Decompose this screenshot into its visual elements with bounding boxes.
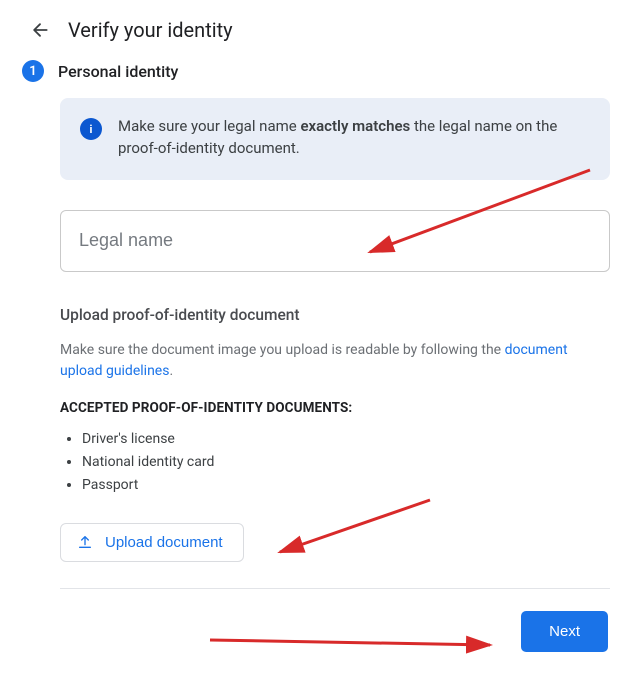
accepted-docs-list: Driver's license National identity card … [82, 428, 610, 497]
info-icon: i [80, 118, 102, 140]
list-item: National identity card [82, 451, 610, 474]
info-callout: i Make sure your legal name exactly matc… [60, 98, 610, 180]
upload-button-label: Upload document [105, 534, 223, 551]
page-title: Verify your identity [68, 18, 233, 42]
upload-heading: Upload proof-of-identity document [60, 306, 610, 324]
next-button[interactable]: Next [521, 611, 608, 652]
accepted-docs-label: ACCEPTED PROOF-OF-IDENTITY DOCUMENTS: [60, 400, 610, 416]
info-text-before: Make sure your legal name [118, 117, 300, 135]
list-item: Driver's license [82, 428, 610, 451]
info-text: Make sure your legal name exactly matche… [118, 116, 588, 160]
step-number-badge: 1 [22, 60, 44, 82]
list-item: Passport [82, 474, 610, 497]
helper-before: Make sure the document image you upload … [60, 342, 505, 358]
upload-icon [77, 534, 93, 550]
back-button[interactable] [30, 20, 50, 40]
upload-document-button[interactable]: Upload document [60, 523, 244, 562]
helper-after: . [169, 363, 173, 379]
info-text-bold: exactly matches [300, 117, 410, 135]
arrow-left-icon [30, 20, 50, 40]
step-indicator: 1 Personal identity [0, 56, 640, 92]
step-label: Personal identity [58, 62, 178, 81]
legal-name-input[interactable] [60, 210, 610, 272]
upload-helper: Make sure the document image you upload … [60, 340, 610, 382]
